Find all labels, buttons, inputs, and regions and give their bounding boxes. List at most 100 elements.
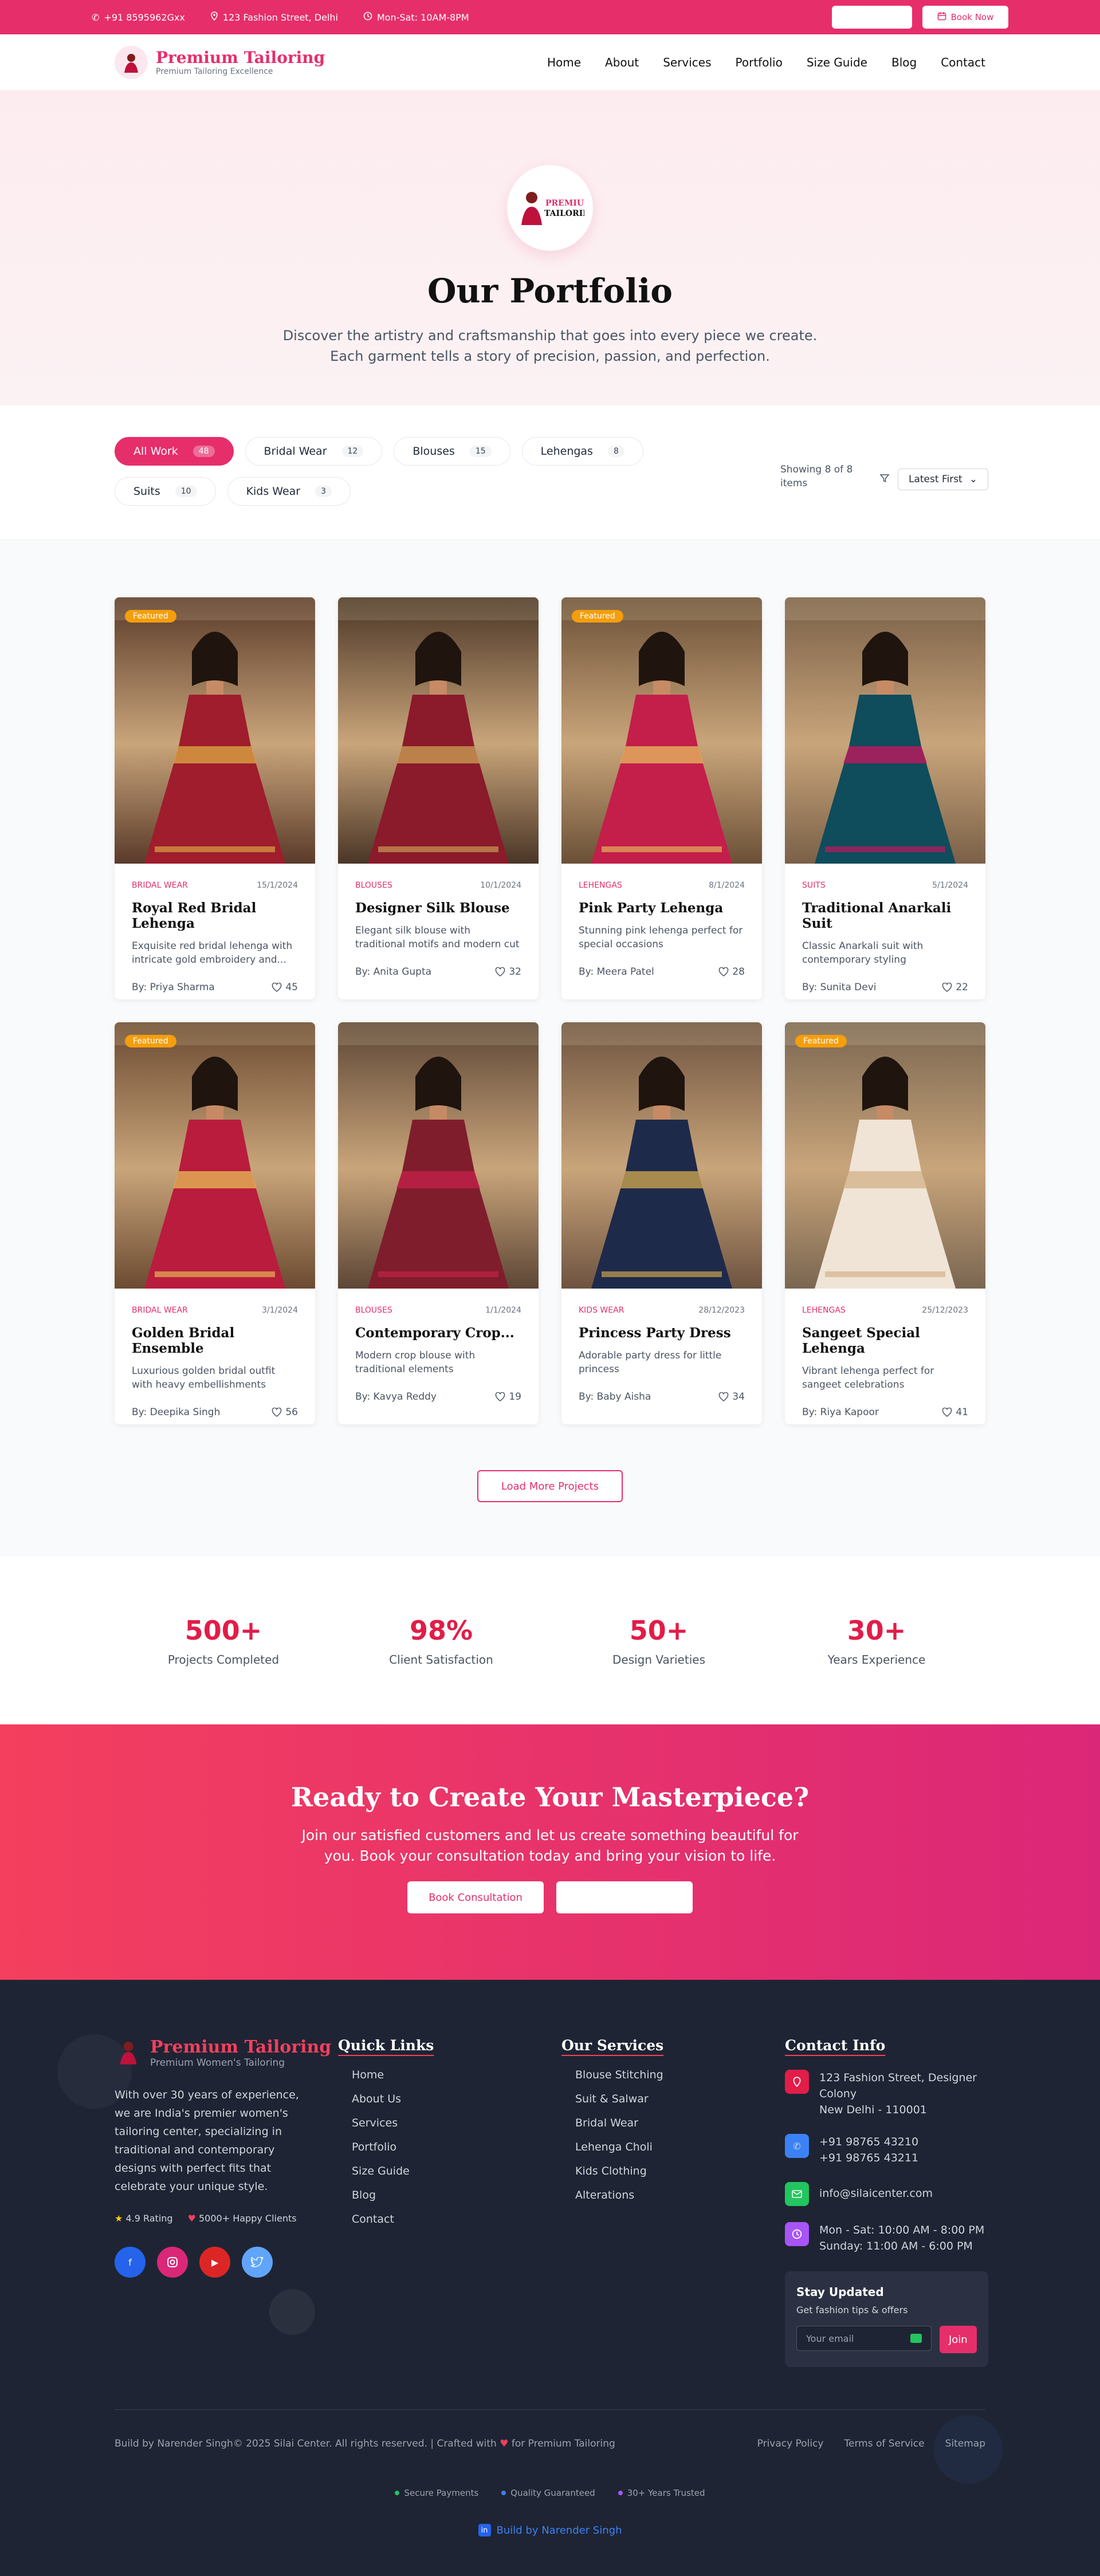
privacy-policy-link[interactable]: Privacy Policy [757, 2438, 824, 2449]
rating-badge: ★ 4.9 Rating [115, 2213, 173, 2224]
portfolio-card[interactable]: BLOUSES 1/1/2024 Contemporary Crop... Mo… [338, 1022, 539, 1424]
like-button[interactable]: 45 [272, 982, 298, 993]
like-count: 41 [956, 1407, 968, 1418]
topbar-blank-button[interactable] [832, 6, 912, 29]
nav-blog[interactable]: Blog [891, 56, 917, 69]
like-button[interactable]: 56 [272, 1407, 298, 1418]
linkedin-icon: in [478, 2524, 491, 2536]
portfolio-image[interactable] [338, 597, 539, 864]
portfolio-card[interactable]: Featured BRIDAL WEAR 15/1/2024 Royal Red… [115, 597, 315, 999]
newsletter-email-input[interactable]: Your email [796, 2326, 932, 2351]
card-date: 3/1/2024 [262, 1306, 298, 1315]
twitter-icon[interactable] [242, 2247, 273, 2278]
like-count: 19 [509, 1391, 521, 1403]
like-button[interactable]: 32 [495, 966, 521, 978]
youtube-icon[interactable]: ▶ [199, 2247, 230, 2278]
portfolio-image[interactable]: Featured [115, 597, 315, 864]
footer-link-home[interactable]: Home [352, 2069, 434, 2081]
facebook-icon[interactable]: f [115, 2247, 146, 2278]
filter-chip-blouses[interactable]: Blouses 15 [394, 437, 510, 466]
service-link-kids[interactable]: Kids Clothing [575, 2165, 663, 2177]
portfolio-card[interactable]: Featured LEHENGAS 25/12/2023 Sangeet Spe… [785, 1022, 985, 1424]
contact-phone-2[interactable]: +91 98765 43211 [819, 2152, 918, 2164]
portfolio-card[interactable]: Featured LEHENGAS 8/1/2024 Pink Party Le… [561, 597, 762, 999]
like-button[interactable]: 41 [942, 1407, 968, 1418]
footer-link-about[interactable]: About Us [352, 2093, 434, 2105]
filter-chip-suits[interactable]: Suits 10 [115, 477, 216, 506]
service-link-alterations[interactable]: Alterations [575, 2189, 663, 2201]
card-title[interactable]: Royal Red Bridal Lehenga [132, 900, 298, 931]
contact-phone-1[interactable]: +91 98765 43210 [819, 2136, 918, 2148]
portfolio-grid: Featured BRIDAL WEAR 15/1/2024 Royal Red… [115, 597, 1100, 1424]
footer-link-services[interactable]: Services [352, 2117, 434, 2129]
card-title[interactable]: Princess Party Dress [579, 1325, 745, 1341]
service-link-bridal[interactable]: Bridal Wear [575, 2117, 663, 2129]
card-title[interactable]: Contemporary Crop... [355, 1325, 521, 1341]
contact-email[interactable]: info@silaicenter.com [819, 2182, 933, 2206]
filter-chip-kids-wear[interactable]: Kids Wear 3 [227, 477, 351, 506]
portfolio-image[interactable]: Featured [785, 1022, 985, 1289]
portfolio-card[interactable]: KIDS WEAR 28/12/2023 Princess Party Dres… [561, 1022, 762, 1424]
cta-secondary-button[interactable] [556, 1881, 693, 1913]
portfolio-image[interactable]: Featured [561, 597, 762, 864]
like-button[interactable]: 19 [495, 1391, 521, 1403]
book-consultation-button[interactable]: Book Consultation [407, 1881, 544, 1913]
newsletter-join-button[interactable]: Join [939, 2326, 977, 2353]
like-button[interactable]: 22 [942, 982, 968, 993]
card-author: By: Priya Sharma [132, 982, 215, 993]
card-title[interactable]: Designer Silk Blouse [355, 900, 521, 916]
filter-chip-all-work[interactable]: All Work 48 [115, 437, 234, 466]
portfolio-card[interactable]: BLOUSES 10/1/2024 Designer Silk Blouse E… [338, 597, 539, 999]
footer-link-contact[interactable]: Contact [352, 2213, 434, 2226]
service-link-suit[interactable]: Suit & Salwar [575, 2093, 663, 2105]
built-by-link[interactable]: in Build by Narender Singh [0, 2524, 1100, 2536]
card-title[interactable]: Traditional Anarkali Suit [802, 900, 968, 931]
nav-portfolio[interactable]: Portfolio [736, 56, 783, 69]
sitemap-link[interactable]: Sitemap [945, 2438, 985, 2449]
trust-quality: Quality Guaranteed [501, 2488, 595, 2498]
portfolio-card[interactable]: SUITS 5/1/2024 Traditional Anarkali Suit… [785, 597, 985, 999]
results-count: Showing 8 of 8 items [780, 464, 853, 489]
card-title[interactable]: Sangeet Special Lehenga [802, 1325, 968, 1356]
portfolio-image[interactable]: Featured [115, 1022, 315, 1289]
card-category: LEHENGAS [802, 1306, 846, 1315]
nav-size-guide[interactable]: Size Guide [807, 56, 867, 69]
portfolio-image[interactable] [338, 1022, 539, 1289]
book-now-button[interactable]: Book Now [922, 6, 1008, 29]
portfolio-image[interactable] [785, 597, 985, 864]
load-more-button[interactable]: Load More Projects [477, 1470, 623, 1502]
nav-contact[interactable]: Contact [941, 56, 985, 69]
autofill-icon [910, 2334, 922, 2343]
portfolio-image[interactable] [561, 1022, 762, 1289]
page-title: Our Portfolio [427, 271, 673, 310]
filter-chip-bridal-wear[interactable]: Bridal Wear 12 [245, 437, 383, 466]
featured-badge: Featured [125, 610, 176, 623]
like-button[interactable]: 34 [718, 1391, 745, 1403]
nav-about[interactable]: About [605, 56, 639, 69]
clock-icon [363, 11, 372, 23]
service-link-blouse[interactable]: Blouse Stitching [575, 2069, 663, 2081]
filter-chip-lehengas[interactable]: Lehengas 8 [521, 437, 643, 466]
terms-link[interactable]: Terms of Service [844, 2438, 924, 2449]
topbar-phone[interactable]: ✆ +91 8595962Gxx [92, 12, 185, 23]
footer-about: Premium Tailoring Premium Women's Tailor… [115, 2037, 331, 2278]
footer-link-portfolio[interactable]: Portfolio [352, 2141, 434, 2153]
instagram-icon[interactable] [157, 2247, 188, 2278]
card-title[interactable]: Golden Bridal Ensemble [132, 1325, 298, 1356]
card-date: 28/12/2023 [698, 1306, 745, 1315]
heart-icon: ♥ [500, 2438, 509, 2449]
contact-hours: Mon - Sat: 10:00 AM - 8:00 PM [819, 2224, 985, 2236]
trust-secure: Secure Payments [395, 2488, 478, 2498]
portfolio-card[interactable]: Featured BRIDAL WEAR 3/1/2024 Golden Bri… [115, 1022, 315, 1424]
footer-link-size-guide[interactable]: Size Guide [352, 2165, 434, 2177]
nav-services[interactable]: Services [663, 56, 711, 69]
card-title[interactable]: Pink Party Lehenga [579, 900, 745, 916]
like-button[interactable]: 28 [718, 966, 745, 978]
service-link-lehenga[interactable]: Lehenga Choli [575, 2141, 663, 2153]
footer-link-blog[interactable]: Blog [352, 2189, 434, 2201]
topbar-address: 123 Fashion Street, Delhi [210, 11, 338, 23]
site-logo[interactable]: Premium Tailoring Premium Tailoring Exce… [115, 45, 325, 79]
sort-select[interactable]: Latest First ⌄ [898, 468, 988, 490]
heart-icon [496, 1392, 505, 1401]
nav-home[interactable]: Home [547, 56, 581, 69]
